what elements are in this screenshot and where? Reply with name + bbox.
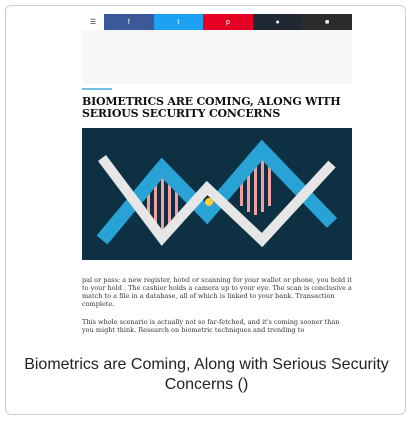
header-area bbox=[82, 30, 352, 84]
category-rule bbox=[82, 88, 112, 90]
article-paragraph: This whole scenario is actually not so f… bbox=[82, 318, 340, 334]
link-preview-card[interactable]: ☰ f t p ● ■ Biometrics Are Coming, Along… bbox=[5, 5, 406, 415]
preview-caption[interactable]: Biometrics are Coming, Along with Seriou… bbox=[18, 355, 395, 395]
dna-helix-illustration bbox=[96, 139, 338, 248]
article-title: Biometrics Are Coming, Along With Seriou… bbox=[82, 95, 341, 120]
comment-icon: ● bbox=[275, 18, 280, 26]
pinterest-icon: p bbox=[226, 18, 230, 26]
share-bar: ☰ f t p ● ■ bbox=[82, 14, 352, 30]
mail-icon: ■ bbox=[325, 18, 330, 26]
article-paragraph: pal or pass: a new register, hotel or sc… bbox=[82, 276, 352, 308]
hamburger-icon[interactable]: ☰ bbox=[82, 14, 104, 30]
twitter-icon: t bbox=[177, 18, 180, 26]
facebook-share-button[interactable]: f bbox=[104, 14, 154, 30]
comment-button[interactable]: ● bbox=[252, 14, 303, 30]
twitter-share-button[interactable]: t bbox=[153, 14, 204, 30]
pinterest-share-button[interactable]: p bbox=[203, 14, 253, 30]
mail-share-button[interactable]: ■ bbox=[302, 14, 352, 30]
hero-image bbox=[82, 128, 352, 260]
article-thumbnail[interactable]: ☰ f t p ● ■ Biometrics Are Coming, Along… bbox=[82, 14, 352, 344]
facebook-icon: f bbox=[127, 18, 130, 26]
